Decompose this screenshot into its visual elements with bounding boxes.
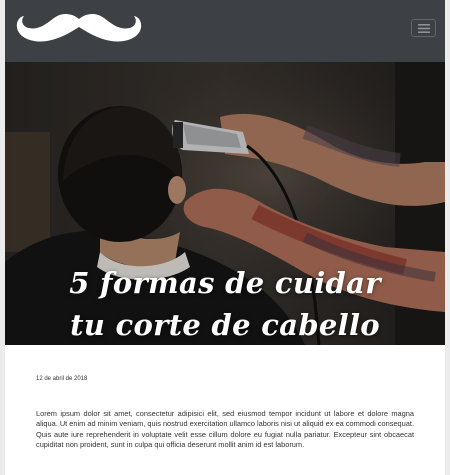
hero-banner[interactable]: 5 formas de cuidar tu corte de cabello bbox=[5, 62, 445, 345]
article-content: 12 de abril de 2018 Lorem ipsum dolor si… bbox=[5, 345, 445, 475]
hero-title: 5 formas de cuidar tu corte de cabello bbox=[5, 262, 445, 345]
hero-title-line-1: 5 formas de cuidar bbox=[69, 266, 381, 300]
site-header bbox=[5, 0, 445, 62]
article-body: Lorem ipsum dolor sit amet, consectetur … bbox=[36, 409, 414, 450]
article-date: 12 de abril de 2018 bbox=[36, 376, 88, 382]
menu-toggle-button[interactable] bbox=[411, 19, 436, 37]
mustache-icon[interactable] bbox=[14, 10, 144, 44]
hero-title-line-2: tu corte de cabello bbox=[70, 308, 380, 342]
hamburger-menu-icon bbox=[418, 24, 430, 33]
